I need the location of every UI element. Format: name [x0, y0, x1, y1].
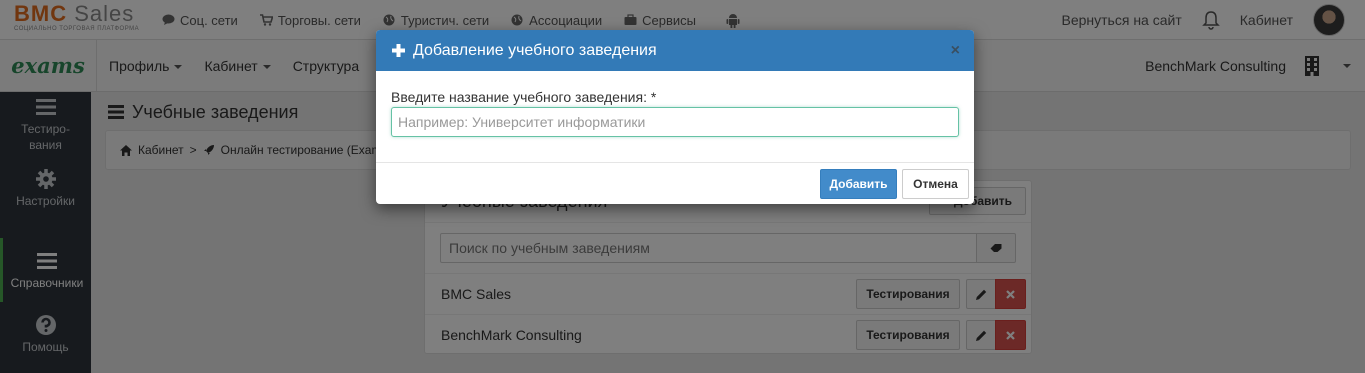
- cancel-button[interactable]: Отмена: [902, 169, 969, 199]
- close-icon[interactable]: ×: [951, 42, 960, 60]
- modal-title: Добавление учебного заведения: [413, 41, 657, 59]
- add-institution-modal: Добавление учебного заведения × Введите …: [376, 30, 974, 204]
- institution-name-field[interactable]: [391, 107, 959, 137]
- plus-icon: [392, 44, 405, 57]
- modal-header: Добавление учебного заведения ×: [376, 30, 974, 71]
- institution-name-label: Введите название учебного заведения: *: [391, 89, 657, 105]
- modal-footer: Добавить Отмена: [376, 162, 974, 204]
- submit-add-button[interactable]: Добавить: [820, 169, 897, 199]
